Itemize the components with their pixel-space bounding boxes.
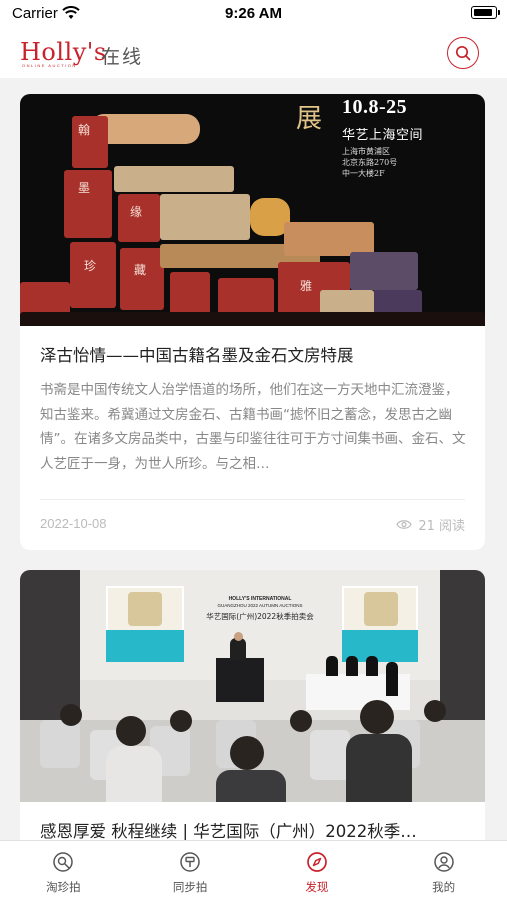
- poster-date: 10.8-25: [342, 96, 408, 118]
- tab-label: 我的: [432, 880, 456, 894]
- tab-taozhenpai[interactable]: 淘珍拍: [0, 841, 127, 900]
- article-date: 2022-10-08: [40, 516, 107, 531]
- poster-address: 上海市黄浦区 北京东路270号 中一大楼2F: [342, 146, 472, 179]
- profile-icon: [433, 852, 454, 872]
- logo-text: Holly's: [20, 38, 107, 66]
- eye-icon: [396, 520, 413, 529]
- poster-venue: 华艺上海空间: [342, 128, 424, 143]
- search-button[interactable]: [447, 37, 479, 69]
- article-feed[interactable]: 翰 墨 缘 珍 藏 雅 展 10.8-25 华艺上海空间 上海市黄浦区 北京东路…: [0, 78, 507, 840]
- seal-char: 雅: [300, 279, 313, 293]
- banner-english-1: HOLLY'S INTERNATIONAL: [228, 596, 292, 602]
- battery-icon: [471, 6, 500, 19]
- tab-label: 发现: [305, 880, 329, 894]
- bottom-tab-bar: 淘珍拍 同步拍 发现 我的: [0, 840, 507, 900]
- article-card[interactable]: 翰 墨 缘 珍 藏 雅 展 10.8-25 华艺上海空间 上海市黄浦区 北京东路…: [20, 94, 485, 550]
- poster-address-line: 北京东路270号: [342, 158, 398, 167]
- tab-tongbupai[interactable]: 同步拍: [127, 841, 254, 900]
- status-time: 9:26 AM: [225, 5, 282, 22]
- article-cover-image: HOLLY'S INTERNATIONAL GUANGZHOU 2022 AUT…: [20, 570, 485, 802]
- card-divider: [40, 499, 465, 500]
- tab-label: 淘珍拍: [46, 880, 81, 894]
- read-count-label: 21 阅读: [418, 519, 465, 534]
- seal-char: 珍: [84, 259, 97, 273]
- status-bar: Carrier 9:26 AM: [0, 0, 507, 28]
- gavel-icon: [180, 852, 200, 872]
- seal-char: 翰: [78, 123, 91, 137]
- poster-address-line: 中一大楼2F: [342, 169, 385, 178]
- article-summary: 书斋是中国传统文人治学悟道的场所，他们在这一方天地中汇流澄鉴，知古鉴来。希冀通过…: [40, 382, 466, 472]
- logo-online-label: 在线: [101, 46, 144, 68]
- tab-label: 同步拍: [172, 880, 208, 894]
- poster-address-line: 上海市黄浦区: [342, 147, 390, 156]
- banner-chinese: 华艺国际(广州)2022秋季拍卖会: [206, 612, 314, 621]
- search-icon: [455, 45, 471, 61]
- article-card[interactable]: HOLLY'S INTERNATIONAL GUANGZHOU 2022 AUT…: [20, 570, 485, 840]
- tab-profile[interactable]: 我的: [380, 841, 507, 900]
- tab-discover[interactable]: 发现: [254, 841, 381, 900]
- article-cover-image: 翰 墨 缘 珍 藏 雅 展 10.8-25 华艺上海空间 上海市黄浦区 北京东路…: [20, 94, 485, 326]
- seal-char: 墨: [78, 181, 91, 195]
- article-title[interactable]: 感恩厚爱 秋程继续 | 华艺国际（广州）2022秋季…: [40, 818, 470, 840]
- article-title[interactable]: 泽古怡情——中国古籍名墨及金石文房特展: [40, 342, 470, 366]
- auction-search-icon: [53, 852, 74, 872]
- app-header: Holly's ONLINE AUCTION 在线: [0, 28, 507, 78]
- poster-exhibition-char: 展: [296, 104, 323, 134]
- discover-icon: [307, 852, 327, 872]
- hollys-logo[interactable]: Holly's ONLINE AUCTION: [20, 38, 107, 68]
- seal-char: 藏: [134, 263, 147, 277]
- logo-subtext: ONLINE AUCTION: [22, 63, 77, 68]
- banner-english-2: GUANGZHOU 2022 AUTUMN AUCTIONS: [217, 603, 303, 608]
- article-read-count: 21 阅读: [396, 515, 465, 534]
- seal-char: 缘: [130, 205, 143, 219]
